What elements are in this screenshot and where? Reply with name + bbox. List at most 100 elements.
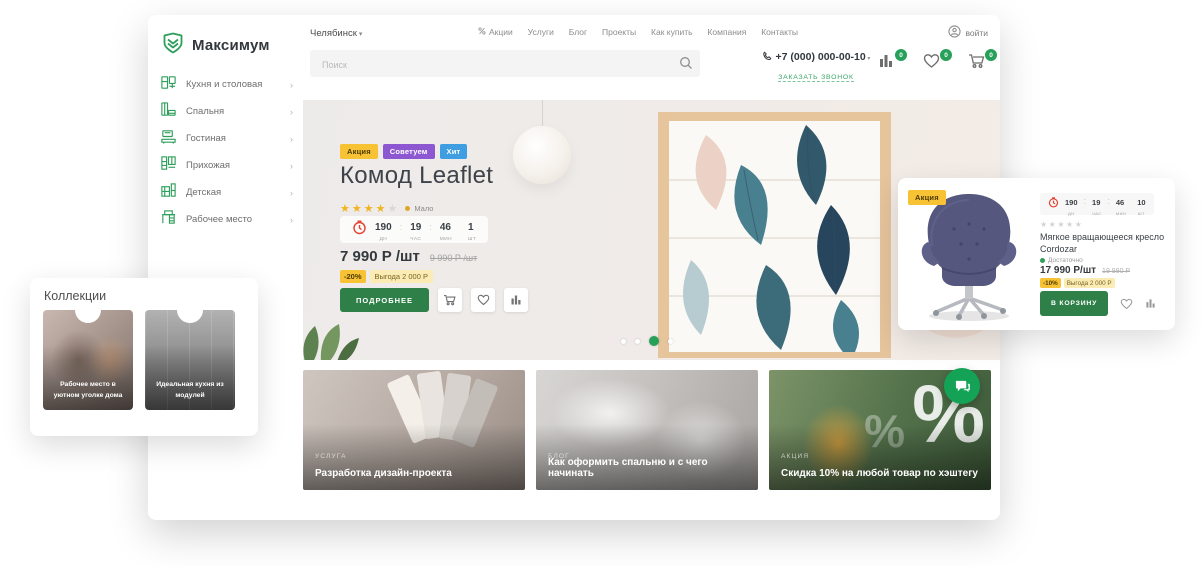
countdown-minutes-label: мин bbox=[1116, 211, 1126, 216]
sidebar-item-hallway[interactable]: Прихожая bbox=[148, 152, 303, 179]
benefit-badge: Выгода 2 000 Р bbox=[370, 270, 433, 283]
sale-countdown: 190дн 19час 46мин 10шт bbox=[1040, 193, 1154, 215]
countdown-minutes-label: мин bbox=[440, 237, 452, 242]
phone-number[interactable]: +7 (000) 000-00-10 bbox=[776, 51, 871, 63]
countdown-separator bbox=[1084, 196, 1087, 206]
top-navigation: Акции Услуги Блог Проекты Как купить Ком… bbox=[478, 27, 798, 37]
collections-title: Коллекции bbox=[44, 289, 106, 303]
compare-icon bbox=[878, 56, 894, 73]
countdown-hours: 19 bbox=[410, 222, 421, 233]
city-selector[interactable]: Челябинск bbox=[310, 28, 362, 39]
benefit-badge: Выгода 2 000 Р bbox=[1064, 278, 1115, 288]
hallway-icon bbox=[160, 155, 177, 177]
cart-icon bbox=[443, 294, 457, 306]
stock-dot-icon bbox=[405, 206, 410, 211]
current-price: 17 990 Р/шт bbox=[1040, 265, 1096, 276]
old-price: 19 990 Р bbox=[1102, 268, 1130, 275]
timer-clock-icon bbox=[352, 220, 367, 240]
kitchen-icon bbox=[160, 74, 177, 96]
chevron-right-icon bbox=[290, 134, 293, 144]
cart-icon bbox=[968, 56, 986, 73]
product-image-chair[interactable] bbox=[904, 184, 1034, 324]
rating-star-empty: ★ bbox=[387, 203, 397, 215]
chat-bubbles-icon bbox=[954, 379, 971, 394]
countdown-hours: 19 bbox=[1092, 198, 1100, 207]
product-title[interactable]: Комод Leaflet bbox=[340, 162, 493, 190]
sidebar-item-workspace[interactable]: Рабочее место bbox=[148, 206, 303, 233]
chat-button[interactable] bbox=[944, 368, 980, 404]
rating-row: ★★★★★ Мало bbox=[340, 199, 433, 217]
stock-quantity: 1 bbox=[468, 222, 474, 233]
app-window: Максимум Кухня и столовая bbox=[148, 15, 1000, 520]
collection-item-kitchen[interactable]: Идеальная кухня из модулей bbox=[145, 310, 235, 410]
favorite-button[interactable] bbox=[471, 288, 495, 312]
workspace-icon bbox=[160, 209, 177, 231]
collection-item-workspace[interactable]: Рабочее место в уютном уголке дома bbox=[43, 310, 133, 410]
promo-card-service[interactable]: УСЛУГА Разработка дизайн-проекта bbox=[303, 370, 525, 490]
nav-item-promos[interactable]: Акции bbox=[478, 27, 513, 37]
favorites-count-badge: 0 bbox=[940, 49, 952, 61]
sidebar: Максимум Кухня и столовая bbox=[148, 15, 303, 520]
slider-dot-4[interactable] bbox=[668, 339, 673, 344]
callback-link[interactable]: заказать звонок bbox=[778, 74, 854, 82]
countdown-days: 190 bbox=[1065, 198, 1078, 207]
sidebar-item-label: Рабочее место bbox=[186, 214, 281, 225]
sidebar-item-kids-room[interactable]: Детская bbox=[148, 179, 303, 206]
sidebar-item-label: Спальня bbox=[186, 106, 281, 117]
countdown-hours-label: час bbox=[410, 237, 421, 242]
favorite-button[interactable] bbox=[1120, 298, 1133, 310]
login-button[interactable]: войти bbox=[948, 25, 988, 40]
discount-badge: -20% bbox=[340, 270, 366, 283]
collection-label: Идеальная кухня из модулей bbox=[151, 380, 229, 402]
sidebar-item-bedroom[interactable]: Спальня bbox=[148, 98, 303, 125]
search-icon[interactable] bbox=[678, 56, 693, 71]
nav-item-projects[interactable]: Проекты bbox=[602, 27, 636, 37]
product-title[interactable]: Мягкое вращающееся кресло Cordozar bbox=[1040, 231, 1166, 255]
stock-quantity-label: шт bbox=[468, 237, 476, 242]
user-icon bbox=[948, 25, 961, 40]
nav-item-label: Акции bbox=[489, 27, 513, 37]
slider-dot-1[interactable] bbox=[621, 339, 626, 344]
details-button[interactable]: ПОДРОБНЕЕ bbox=[340, 288, 429, 312]
nav-item-services[interactable]: Услуги bbox=[528, 27, 554, 37]
nav-item-contacts[interactable]: Контакты bbox=[761, 27, 798, 37]
brand-shield-icon bbox=[161, 31, 185, 60]
heart-icon bbox=[477, 294, 490, 306]
sidebar-item-living-room[interactable]: Гостиная bbox=[148, 125, 303, 152]
living-room-icon bbox=[160, 128, 177, 150]
cart-button[interactable]: 0 bbox=[968, 53, 990, 73]
countdown-days: 190 bbox=[375, 222, 392, 233]
brand-logo[interactable]: Максимум bbox=[161, 31, 270, 60]
search-bar bbox=[310, 50, 700, 77]
sidebar-item-label: Кухня и столовая bbox=[186, 79, 281, 90]
compare-button[interactable] bbox=[504, 288, 528, 312]
promo-cards: УСЛУГА Разработка дизайн-проекта БЛОГ Ка… bbox=[303, 370, 1000, 490]
nav-item-blog[interactable]: Блог bbox=[569, 27, 587, 37]
add-to-cart-button[interactable] bbox=[438, 288, 462, 312]
compare-icon bbox=[510, 294, 522, 306]
chevron-right-icon bbox=[290, 80, 293, 90]
countdown-minutes: 46 bbox=[1116, 198, 1124, 207]
compare-button[interactable] bbox=[1145, 298, 1156, 309]
favorites-button[interactable]: 0 bbox=[923, 53, 945, 73]
slider-dot-3-active[interactable] bbox=[649, 336, 659, 346]
plant-decor bbox=[303, 312, 361, 360]
promo-card-blog[interactable]: БЛОГ Как оформить спальню и с чего начин… bbox=[536, 370, 758, 490]
lamp-cord bbox=[542, 100, 543, 128]
discount-row: -20% Выгода 2 000 Р bbox=[340, 270, 433, 283]
stock-status: Мало bbox=[405, 204, 433, 213]
nav-item-how-to-buy[interactable]: Как купить bbox=[651, 27, 693, 37]
search-input[interactable] bbox=[320, 50, 674, 79]
compare-button[interactable]: 0 bbox=[878, 53, 900, 73]
heart-icon bbox=[1120, 298, 1133, 310]
badge-recommended: Советуем bbox=[383, 144, 435, 159]
add-to-cart-button[interactable]: В КОРЗИНУ bbox=[1040, 291, 1108, 316]
slider-dot-2[interactable] bbox=[635, 339, 640, 344]
nav-item-company[interactable]: Компания bbox=[707, 27, 746, 37]
brand-name: Максимум bbox=[192, 37, 270, 54]
hero-slider: Акция Советуем Хит Комод Leaflet ★★★★★ М… bbox=[303, 100, 1000, 360]
sidebar-item-kitchen[interactable]: Кухня и столовая bbox=[148, 71, 303, 98]
cabinet-image bbox=[656, 110, 893, 360]
stock-label: Мало bbox=[414, 204, 433, 213]
promo-tag: АКЦИЯ bbox=[781, 453, 809, 460]
